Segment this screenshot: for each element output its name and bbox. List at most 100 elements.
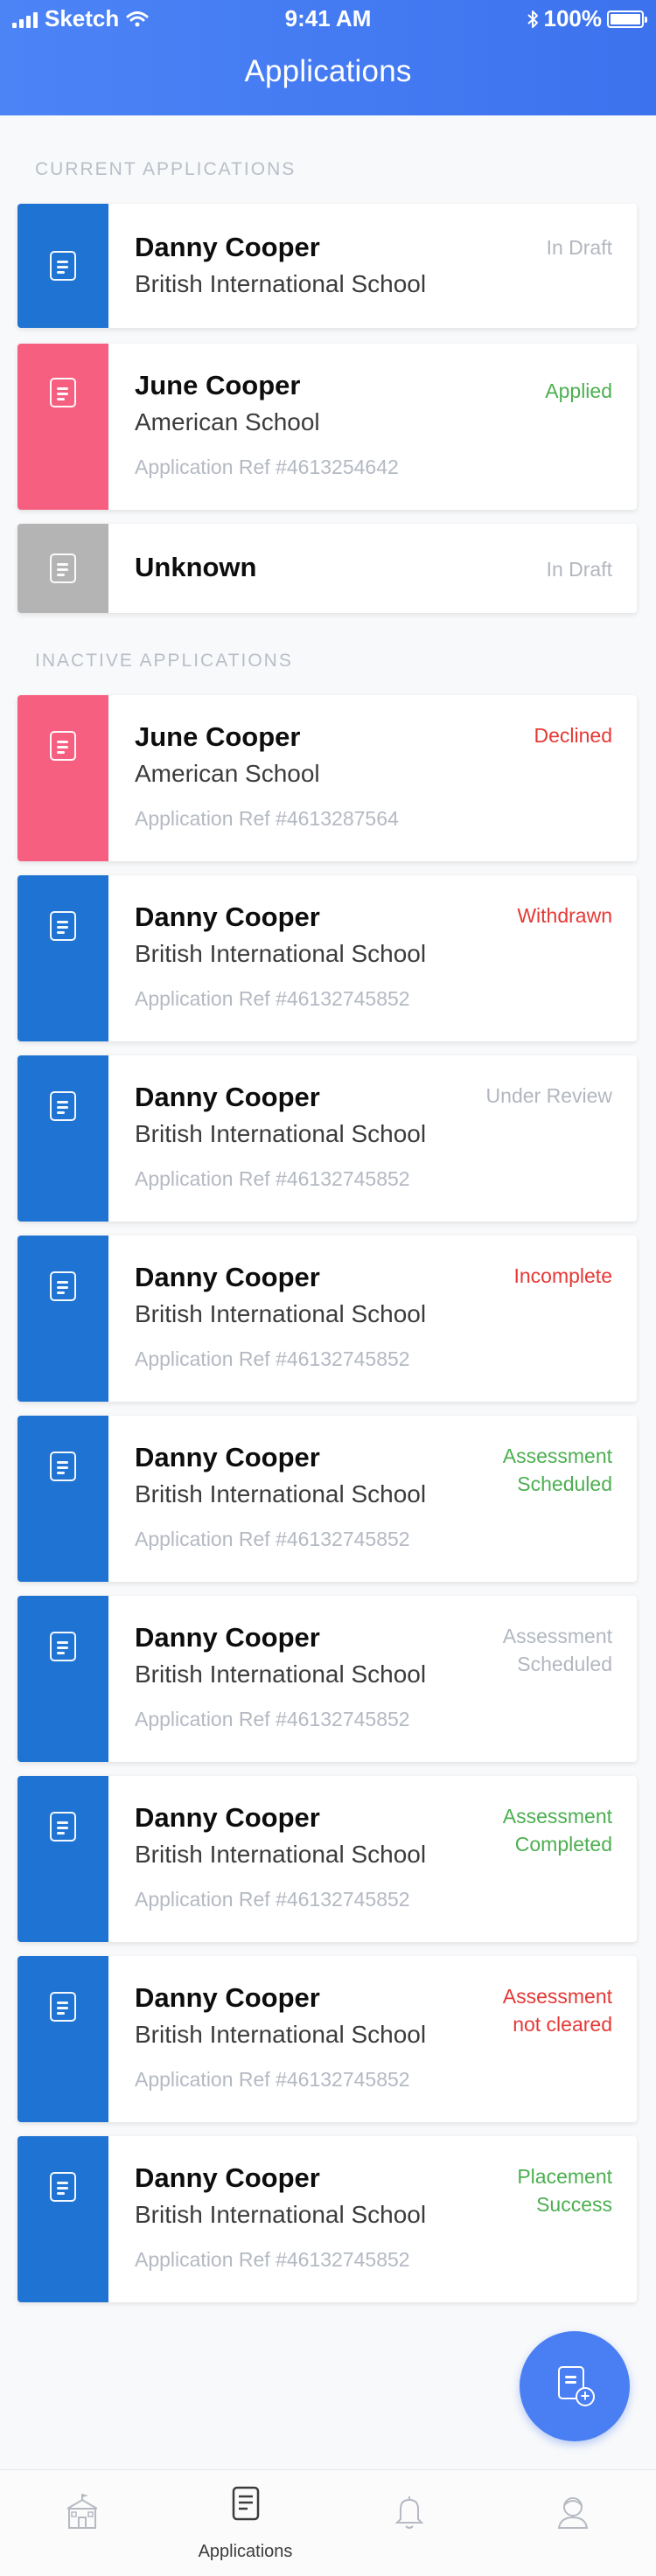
status-line: Assessment	[502, 1625, 612, 1647]
card-stripe	[17, 1236, 108, 1402]
application-ref: Application Ref #46132745852	[135, 987, 410, 1010]
tab-applications-label: Applications	[198, 2542, 293, 2561]
status-line: Declined	[534, 724, 613, 747]
status-line: Assessment	[502, 1985, 612, 2008]
card-stripe	[17, 1416, 108, 1582]
status-line: Success	[536, 2193, 612, 2216]
status-line: not cleared	[513, 2013, 612, 2036]
status-line: Scheduled	[517, 1653, 612, 1675]
application-card[interactable]: Danny Cooper British International School…	[17, 1956, 637, 2122]
status-line: Assessment	[502, 1805, 612, 1828]
document-icon	[50, 553, 76, 583]
page-title: Applications	[244, 54, 412, 88]
application-ref: Application Ref #46132745852	[135, 1888, 410, 1911]
tab-bar: Applications	[0, 2469, 656, 2576]
application-status: Placement Success	[517, 2162, 612, 2218]
document-icon	[50, 378, 76, 407]
applicant-name: Danny Cooper	[135, 1082, 320, 1112]
card-stripe	[17, 524, 108, 613]
card-stripe	[17, 344, 108, 510]
new-application-button[interactable]: +	[520, 2331, 630, 2441]
application-status: Declined	[534, 721, 613, 749]
application-card[interactable]: Danny Cooper British International School…	[17, 1055, 637, 1222]
school-name: British International School	[135, 270, 427, 297]
applicant-name: Danny Cooper	[135, 1982, 320, 2013]
school-name: British International School	[135, 1480, 427, 1507]
tab-school[interactable]	[0, 2470, 164, 2576]
card-stripe	[17, 1055, 108, 1222]
document-icon	[50, 2172, 76, 2202]
status-line: Under Review	[485, 1084, 612, 1107]
bell-icon	[394, 2496, 423, 2529]
applicant-name: Danny Cooper	[135, 232, 320, 262]
applicant-name: Danny Cooper	[135, 1262, 320, 1292]
applicant-name: Danny Cooper	[135, 1802, 320, 1833]
card-stripe	[17, 875, 108, 1041]
header: Sketch 9:41 AM 100% Applications	[0, 0, 656, 115]
tab-applications[interactable]: Applications	[164, 2470, 327, 2576]
applicant-name: Danny Cooper	[135, 2162, 320, 2193]
application-status: In Draft	[546, 558, 612, 581]
plus-icon: +	[576, 2387, 595, 2406]
card-stripe	[17, 2136, 108, 2302]
application-card[interactable]: Danny Cooper British International School…	[17, 875, 637, 1041]
inactive-applications-label: INACTIVE APPLICATIONS	[35, 651, 293, 671]
status-line: Withdrawn	[517, 904, 612, 927]
school-name: British International School	[135, 1660, 427, 1688]
document-icon	[50, 911, 76, 941]
tab-notifications[interactable]	[327, 2470, 491, 2576]
document-icon	[50, 1632, 76, 1661]
school-name: American School	[135, 760, 320, 787]
school-name: British International School	[135, 1841, 427, 1868]
application-ref: Application Ref #46132745852	[135, 1708, 410, 1730]
application-card[interactable]: Danny Cooper British International Schoo…	[17, 204, 637, 328]
tab-profile[interactable]	[491, 2470, 654, 2576]
application-card[interactable]: Unknown In Draft	[17, 524, 637, 613]
application-card[interactable]: Danny Cooper British International School…	[17, 1416, 637, 1582]
application-ref: Application Ref #4613287564	[135, 807, 399, 830]
application-card[interactable]: Danny Cooper British International School…	[17, 1596, 637, 1762]
status-bar: Sketch 9:41 AM 100%	[0, 0, 656, 38]
applicant-name: June Cooper	[135, 370, 301, 400]
current-applications-label: CURRENT APPLICATIONS	[35, 159, 297, 179]
applicant-name: Danny Cooper	[135, 1622, 320, 1653]
applications-screen: Sketch 9:41 AM 100% Applications CURRENT…	[0, 0, 656, 2576]
school-name: British International School	[135, 2201, 427, 2228]
application-ref: Application Ref #4613254642	[135, 456, 399, 478]
school-name: British International School	[135, 1300, 427, 1327]
application-status: Under Review	[486, 1082, 612, 1110]
applications-icon	[232, 2486, 259, 2521]
document-icon	[50, 1091, 76, 1121]
status-line: Assessment	[502, 1445, 612, 1467]
status-line: Scheduled	[517, 1472, 612, 1495]
application-status: Withdrawn	[517, 902, 612, 929]
document-icon	[50, 251, 76, 281]
application-status: Assessment Completed	[503, 1802, 612, 1858]
application-card[interactable]: Danny Cooper British International School…	[17, 1776, 637, 1942]
status-right: 100%	[527, 5, 647, 32]
bluetooth-icon	[527, 10, 538, 28]
application-card[interactable]: Danny Cooper British International School…	[17, 1236, 637, 1402]
document-icon	[50, 1271, 76, 1301]
application-ref: Application Ref #46132745852	[135, 1167, 410, 1190]
document-icon	[50, 1452, 76, 1481]
status-line: Completed	[514, 1833, 612, 1855]
document-icon	[50, 1992, 76, 2022]
application-ref: Application Ref #46132745852	[135, 2068, 410, 2091]
application-ref: Application Ref #46132745852	[135, 2248, 410, 2271]
application-card[interactable]: June Cooper American School Application …	[17, 344, 637, 510]
school-name: British International School	[135, 2021, 427, 2048]
battery-icon	[607, 10, 647, 28]
profile-icon	[557, 2497, 588, 2529]
school-name: British International School	[135, 1120, 427, 1147]
card-stripe	[17, 1956, 108, 2122]
application-ref: Application Ref #46132745852	[135, 1528, 410, 1550]
application-status: Applied	[545, 379, 612, 402]
application-card[interactable]: Danny Cooper British International School…	[17, 2136, 637, 2302]
application-card[interactable]: June Cooper American School Application Re…	[17, 695, 637, 861]
application-status: Assessment not cleared	[503, 1982, 612, 2038]
card-stripe	[17, 204, 108, 328]
document-icon	[50, 1812, 76, 1841]
applicant-name: June Cooper	[135, 721, 301, 752]
school-name: British International School	[135, 940, 427, 967]
